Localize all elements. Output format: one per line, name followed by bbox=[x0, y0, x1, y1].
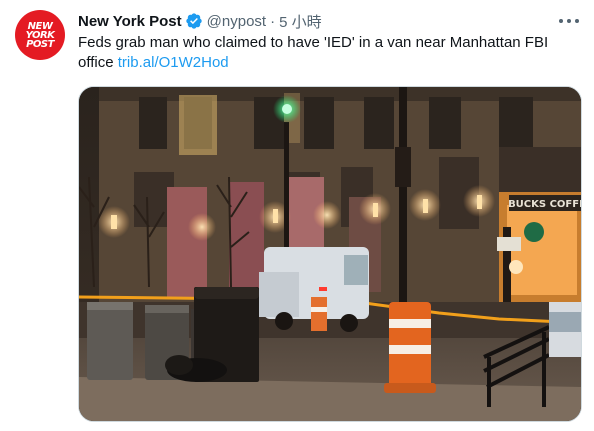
more-dot bbox=[575, 19, 579, 23]
tweet-text: Feds grab man who claimed to have 'IED' … bbox=[78, 33, 558, 73]
more-options-icon[interactable] bbox=[559, 12, 579, 30]
handle[interactable]: @nypost bbox=[207, 13, 266, 30]
display-name[interactable]: New York Post bbox=[78, 13, 182, 30]
verified-badge-icon bbox=[185, 12, 203, 30]
traffic-drum bbox=[384, 302, 436, 393]
more-dot bbox=[567, 19, 571, 23]
coffee-shop-sign: BUCKS COFFE bbox=[508, 199, 582, 210]
avatar[interactable]: NEW YORK POST bbox=[15, 10, 65, 60]
more-dot bbox=[559, 19, 563, 23]
separator-dot: · bbox=[270, 12, 276, 30]
tweet-link[interactable]: trib.al/O1W2Hod bbox=[118, 54, 229, 71]
timestamp[interactable]: 5 小時 bbox=[279, 11, 322, 32]
street-night-photo: BUCKS COFFE bbox=[79, 87, 582, 421]
tweet-header: New York Post @nypost · 5 小時 bbox=[78, 11, 322, 31]
avatar-logo-line-3: POST bbox=[26, 39, 54, 50]
tweet-card[interactable]: NEW YORK POST New York Post @nypost · 5 … bbox=[0, 0, 594, 431]
tweet-photo[interactable]: BUCKS COFFE bbox=[78, 86, 582, 422]
